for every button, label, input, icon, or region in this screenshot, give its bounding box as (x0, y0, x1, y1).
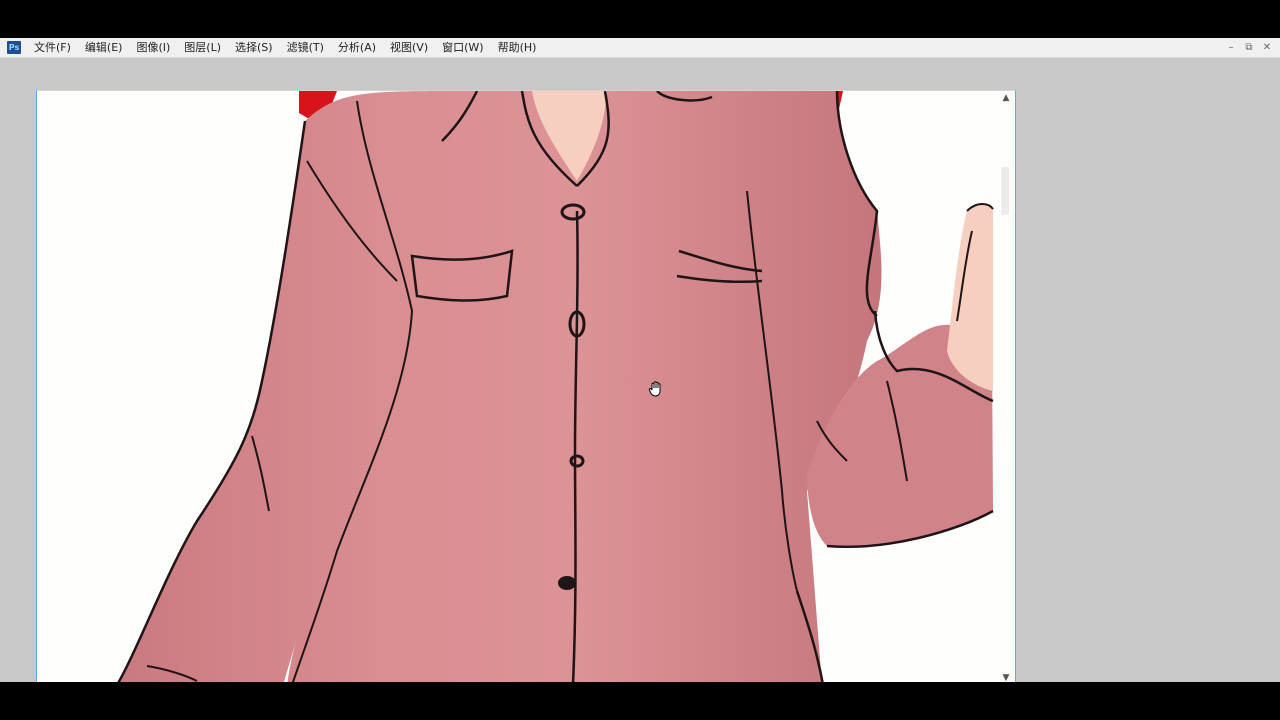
scroll-up-arrow-icon[interactable]: ▲ (997, 91, 1015, 105)
shirt-button-4 (558, 576, 576, 590)
menu-view[interactable]: 视图(V) (383, 38, 435, 57)
restore-button[interactable]: ⧉ (1240, 38, 1258, 57)
menu-bar: Ps 文件(F) 编辑(E) 图像(I) 图层(L) 选择(S) 滤镜(T) 分… (0, 38, 1280, 58)
menu-layer[interactable]: 图层(L) (177, 38, 228, 57)
menu-analysis[interactable]: 分析(A) (331, 38, 383, 57)
shirt-body (118, 91, 882, 682)
menu-filter[interactable]: 滤镜(T) (280, 38, 331, 57)
hand (947, 204, 993, 391)
menu-select[interactable]: 选择(S) (228, 38, 280, 57)
artwork-canvas[interactable] (37, 91, 997, 682)
scroll-down-arrow-icon[interactable]: ▼ (997, 671, 1015, 682)
letterbox-top (0, 0, 1280, 38)
photoshop-window: Ps 文件(F) 编辑(E) 图像(I) 图层(L) 选择(S) 滤镜(T) 分… (0, 38, 1280, 682)
close-button[interactable]: ✕ (1258, 38, 1276, 57)
menu-window[interactable]: 窗口(W) (435, 38, 490, 57)
document-canvas[interactable]: ▲ ▼ (36, 90, 1016, 682)
menu-edit[interactable]: 编辑(E) (78, 38, 130, 57)
options-bar (0, 58, 1280, 89)
menu-file[interactable]: 文件(F) (27, 38, 78, 57)
menu-image[interactable]: 图像(I) (129, 38, 177, 57)
window-controls: – ⧉ ✕ (1222, 38, 1276, 57)
letterbox-bottom (0, 682, 1280, 720)
vertical-scrollbar[interactable]: ▲ ▼ (997, 91, 1015, 682)
minimize-button[interactable]: – (1222, 38, 1240, 57)
menu-help[interactable]: 帮助(H) (491, 38, 544, 57)
hand-grab-icon (648, 381, 661, 397)
scrollbar-thumb[interactable] (1001, 167, 1009, 215)
app-logo-icon: Ps (7, 41, 21, 54)
